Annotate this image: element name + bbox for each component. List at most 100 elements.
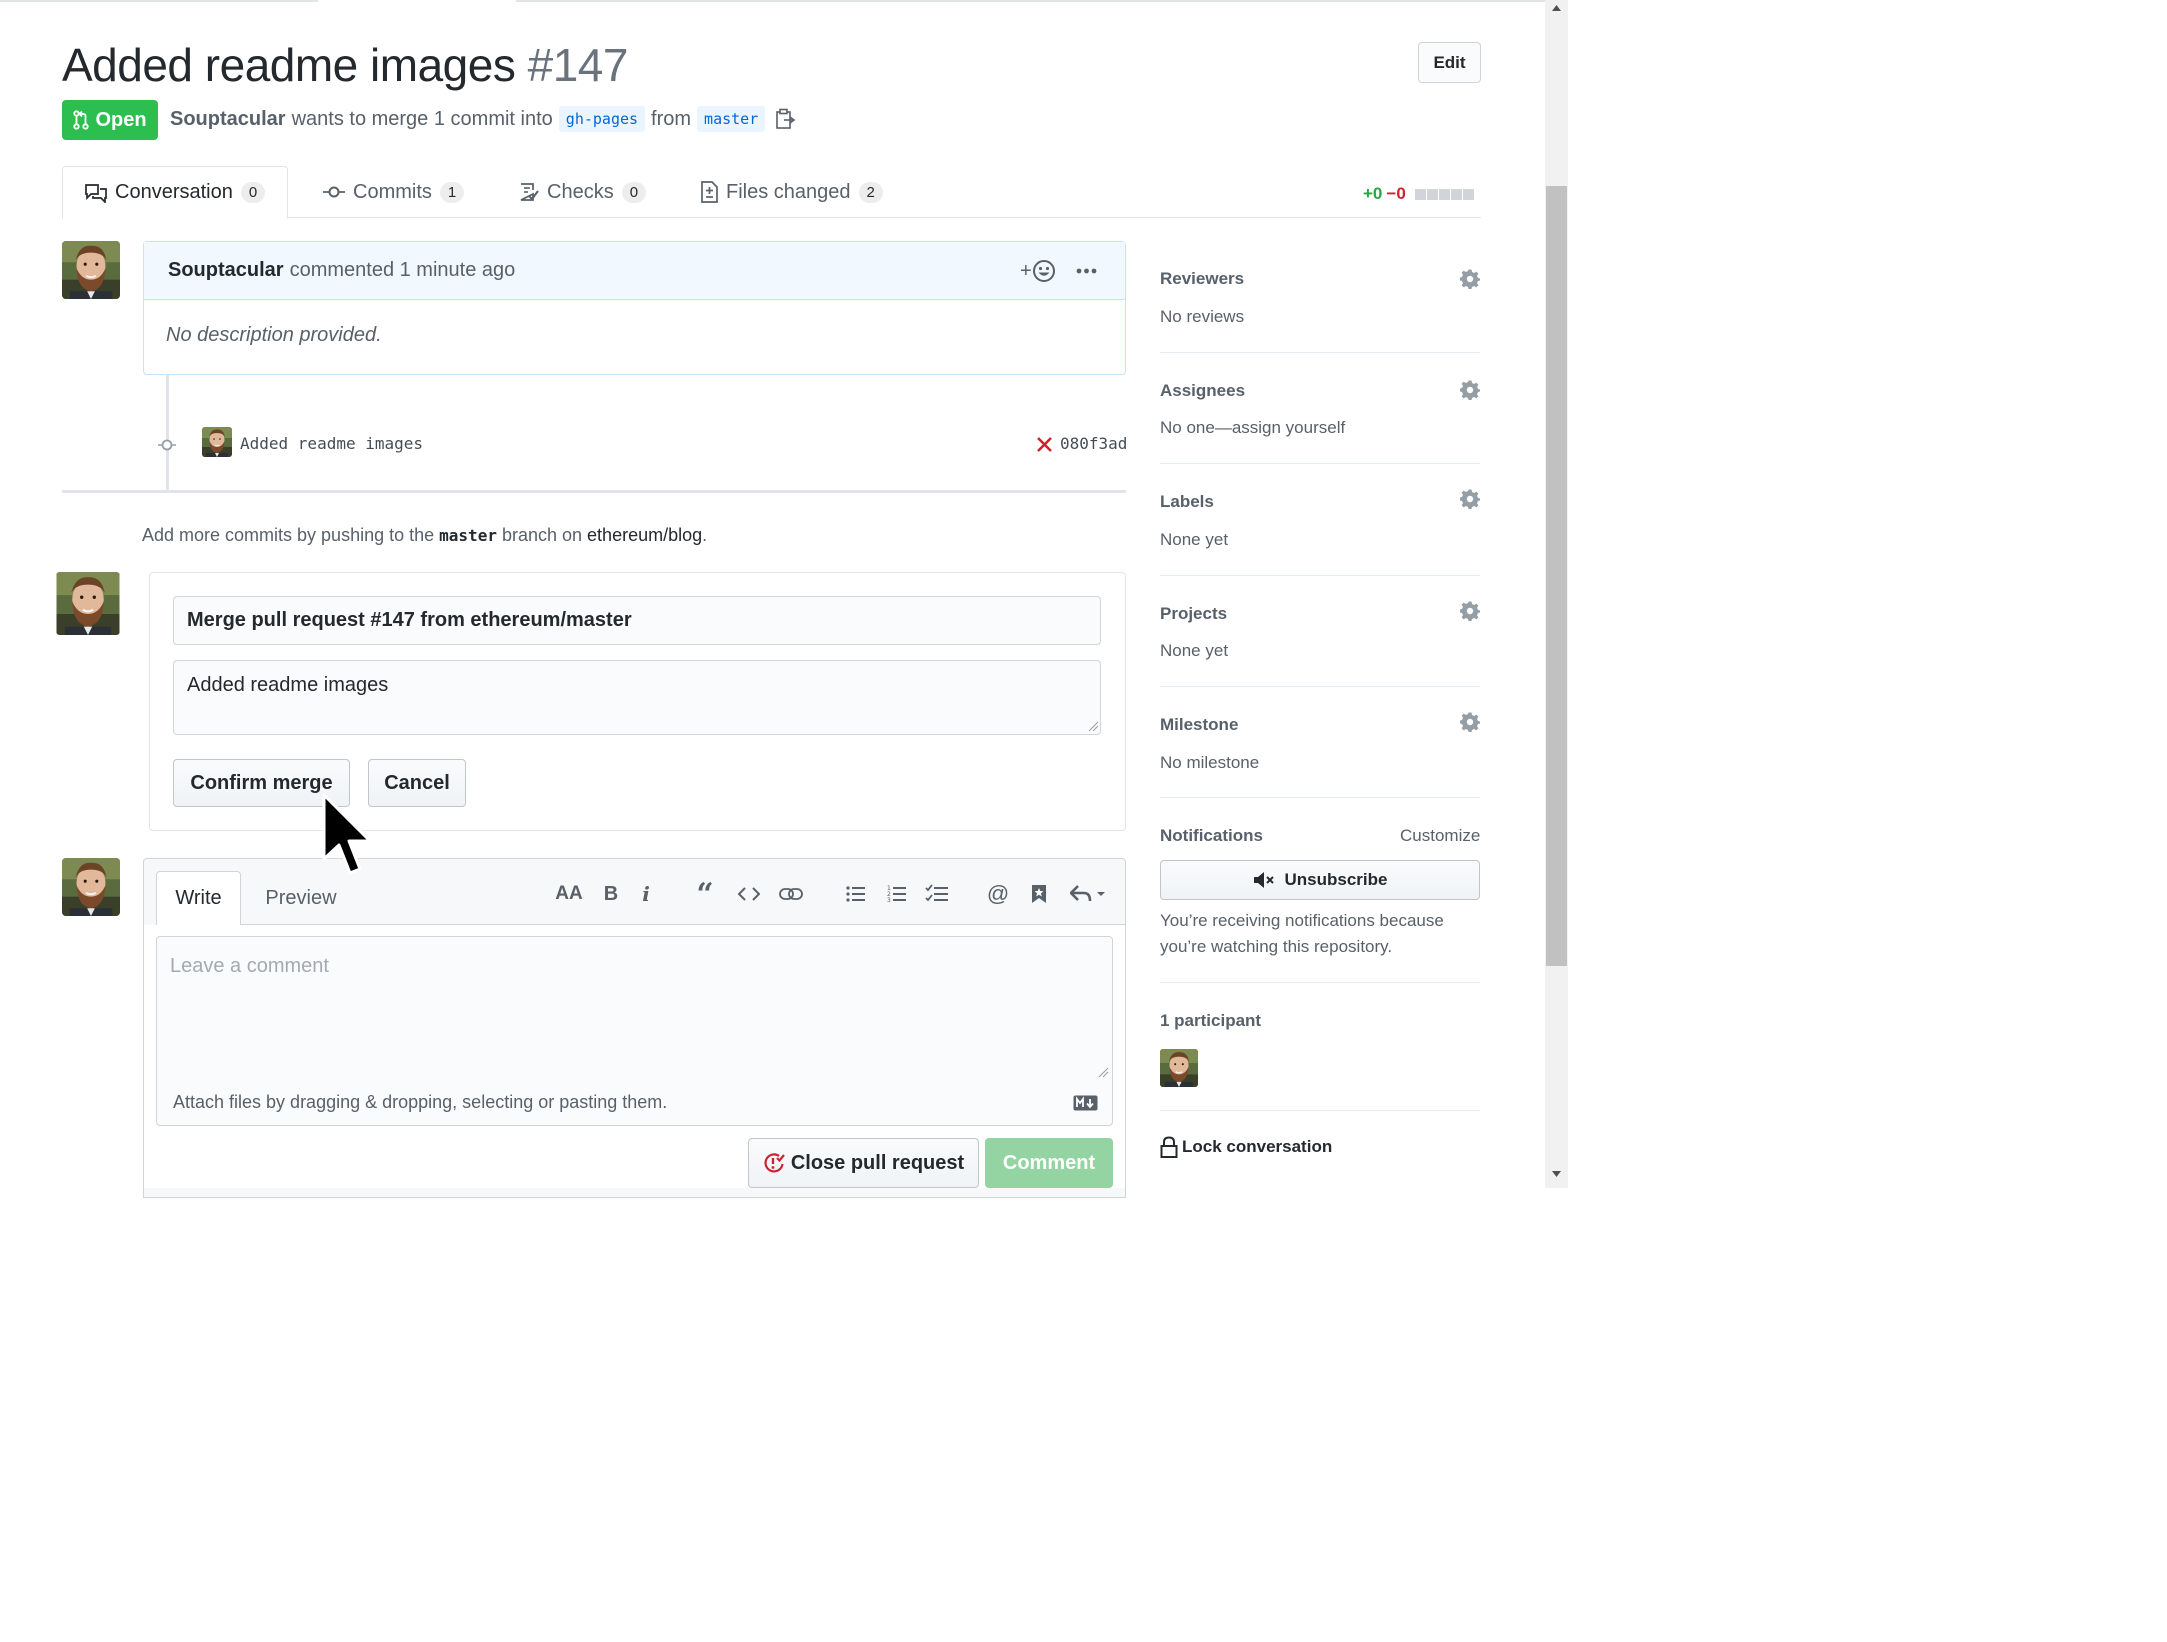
comment-discussion-icon xyxy=(85,183,107,203)
quote-icon[interactable]: “ xyxy=(690,877,720,912)
tab-label: Conversation xyxy=(115,181,233,203)
unordered-list-icon[interactable] xyxy=(841,880,871,908)
tab-write[interactable]: Write xyxy=(156,871,241,925)
tab-label: Files changed xyxy=(726,180,851,203)
assignees-value[interactable]: No one—assign yourself xyxy=(1160,418,1345,438)
svg-text:3: 3 xyxy=(887,897,891,904)
sidebar-divider xyxy=(1160,797,1480,798)
mention-icon[interactable]: @ xyxy=(983,880,1013,908)
sidebar-divider xyxy=(1160,463,1480,464)
mute-icon xyxy=(1253,872,1274,888)
milestone-heading[interactable]: Milestone xyxy=(1160,715,1238,735)
edit-title-button[interactable]: Edit xyxy=(1418,42,1481,83)
repo-link[interactable]: ethereum/blog xyxy=(587,525,702,545)
head-branch[interactable]: master xyxy=(697,106,766,132)
tab-checks[interactable]: Checks 0 xyxy=(519,166,647,218)
sidebar-divider xyxy=(1160,982,1480,983)
tab-files-changed[interactable]: Files changed 2 xyxy=(700,166,883,218)
commit-message-link[interactable]: Added readme images xyxy=(240,434,423,453)
avatar[interactable] xyxy=(62,241,120,299)
git-commit-icon xyxy=(158,439,176,451)
notifications-heading: Notifications xyxy=(1160,826,1263,845)
gear-icon[interactable] xyxy=(1460,489,1480,509)
pr-meta: Souptacular wants to merge 1 commit into… xyxy=(170,106,796,132)
close-pull-request-button[interactable]: Close pull request xyxy=(748,1138,979,1188)
comment-submit-button[interactable]: Comment xyxy=(985,1138,1113,1188)
reviewers-value: No reviews xyxy=(1160,307,1245,326)
page-title: Added readme images #147 xyxy=(62,38,628,92)
scroll-down-icon[interactable] xyxy=(1551,1170,1562,1178)
ordered-list-icon[interactable]: 123 xyxy=(882,880,912,908)
issue-closed-icon xyxy=(764,1153,785,1173)
diffstat-additions: +0 xyxy=(1363,184,1383,203)
gear-icon[interactable] xyxy=(1460,601,1480,621)
projects-heading[interactable]: Projects xyxy=(1160,604,1227,624)
sidebar-divider xyxy=(1160,575,1480,576)
reviewers-heading[interactable]: Reviewers xyxy=(1160,269,1244,289)
push-hint-suffix: . xyxy=(702,525,708,545)
resize-handle-icon[interactable] xyxy=(1088,721,1099,732)
plus-icon: + xyxy=(1020,259,1032,282)
link-icon[interactable] xyxy=(776,880,806,908)
pr-title-text: Added readme images xyxy=(62,39,516,91)
mouse-cursor-icon xyxy=(322,793,372,875)
comment-body: No description provided. xyxy=(166,324,382,346)
lock-icon xyxy=(1160,1136,1178,1158)
italic-icon[interactable]: i xyxy=(631,880,661,908)
git-pull-request-icon xyxy=(73,110,90,130)
lock-conversation-link[interactable]: Lock conversation xyxy=(1160,1136,1332,1158)
status-label: Open xyxy=(95,108,147,131)
labels-heading[interactable]: Labels xyxy=(1160,492,1214,512)
comment-header: Souptacular commented 1 minute ago xyxy=(144,242,1125,300)
avatar[interactable] xyxy=(56,572,120,635)
timeline-line xyxy=(166,375,169,492)
push-hint-middle: branch on xyxy=(501,525,583,545)
saved-reply-icon[interactable] xyxy=(1024,880,1054,908)
x-failure-icon[interactable] xyxy=(1036,436,1053,453)
commit-sha-link[interactable]: 080f3ad xyxy=(1060,434,1127,453)
milestone-value: No milestone xyxy=(1160,753,1260,772)
code-icon[interactable] xyxy=(734,880,764,908)
task-list-icon[interactable] xyxy=(922,880,952,908)
reply-icon[interactable] xyxy=(1068,880,1110,908)
gear-icon[interactable] xyxy=(1460,269,1480,289)
clipboard-icon[interactable] xyxy=(775,108,796,130)
commit-author-avatar[interactable] xyxy=(202,427,232,457)
unsubscribe-button[interactable]: Unsubscribe xyxy=(1160,860,1480,900)
diffstat-deletions: −0 xyxy=(1386,184,1406,203)
pr-author-link[interactable]: Souptacular xyxy=(170,108,286,131)
customize-notifications-link[interactable]: Customize xyxy=(1400,826,1480,846)
from-text: from xyxy=(651,107,692,130)
push-hint-branch: master xyxy=(439,526,497,545)
top-divider xyxy=(0,0,1545,2)
gear-icon[interactable] xyxy=(1460,712,1480,732)
push-hint-prefix: Add more commits by pushing to the xyxy=(142,525,435,545)
comment-author-link[interactable]: Souptacular xyxy=(168,259,284,282)
base-branch[interactable]: gh-pages xyxy=(558,106,646,132)
resize-handle-icon[interactable] xyxy=(1098,1067,1109,1078)
push-hint: Add more commits by pushing to the maste… xyxy=(142,525,707,546)
bold-icon[interactable]: B xyxy=(596,880,626,908)
header-icon[interactable]: AA xyxy=(554,880,584,908)
gear-icon[interactable] xyxy=(1460,380,1480,400)
participant-avatar[interactable] xyxy=(1160,1049,1198,1087)
avatar[interactable] xyxy=(62,858,120,916)
tab-commits[interactable]: Commits 1 xyxy=(323,166,465,218)
attach-files-bar[interactable]: Attach files by dragging & dropping, sel… xyxy=(156,1080,1113,1126)
tab-preview[interactable]: Preview xyxy=(252,872,350,924)
assignees-heading[interactable]: Assignees xyxy=(1160,381,1245,401)
merge-title-input[interactable]: Merge pull request #147 from ethereum/ma… xyxy=(173,596,1101,645)
comment-timestamp[interactable]: commented 1 minute ago xyxy=(290,259,516,282)
merge-message-textarea[interactable]: Added readme images xyxy=(173,660,1101,735)
comment-textarea[interactable]: Leave a comment xyxy=(156,936,1113,1081)
markdown-icon[interactable] xyxy=(1073,1095,1098,1111)
add-reaction-button[interactable]: + xyxy=(1020,259,1056,283)
smiley-icon xyxy=(1032,260,1055,282)
lock-label: Lock conversation xyxy=(1182,1137,1333,1156)
cancel-merge-button[interactable]: Cancel xyxy=(368,759,466,807)
projects-value: None yet xyxy=(1160,641,1229,660)
scrollbar-thumb[interactable] xyxy=(1546,186,1567,966)
kebab-horizontal-icon[interactable] xyxy=(1076,268,1097,274)
scroll-up-icon[interactable] xyxy=(1551,4,1562,12)
tab-conversation[interactable]: Conversation 0 xyxy=(62,166,289,219)
